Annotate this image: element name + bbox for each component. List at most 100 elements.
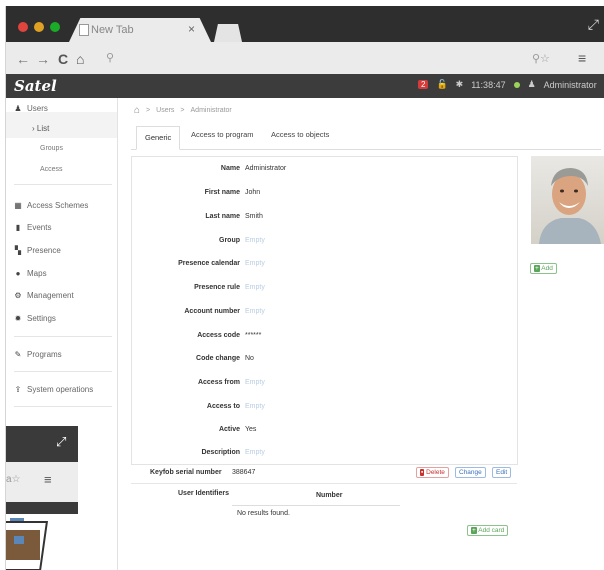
- field-label: Last name: [205, 213, 240, 220]
- tab-close-icon[interactable]: ×: [188, 22, 195, 36]
- sidebar-item-maps[interactable]: ● Maps: [14, 269, 47, 278]
- divider: [14, 336, 112, 337]
- alerts-badge[interactable]: 2: [418, 80, 429, 89]
- field-label: Description: [201, 449, 240, 456]
- change-button[interactable]: Change: [455, 467, 486, 478]
- settings-icon[interactable]: ✱: [456, 79, 464, 90]
- field-value: Yes: [245, 426, 257, 433]
- presence-icon: ▚: [14, 246, 22, 255]
- tab-generic[interactable]: Generic: [136, 126, 181, 150]
- page-icon: [79, 24, 89, 36]
- sidebar-item-system-operations[interactable]: ⇪ System operations: [14, 385, 94, 394]
- tab-access-to-objects[interactable]: Access to objects: [271, 130, 329, 139]
- close-window-button[interactable]: [18, 22, 28, 32]
- plus-icon: +: [471, 527, 477, 534]
- floor-plan-icon: [6, 514, 78, 570]
- sidebar-item-events[interactable]: ▮ Events: [14, 223, 52, 232]
- sidebar-item-label: List: [36, 124, 50, 133]
- home-icon[interactable]: ⌂: [134, 105, 140, 116]
- sidebar-item-list[interactable]: › List: [32, 124, 49, 133]
- add-card-label: Add card: [478, 527, 505, 534]
- events-icon: ▮: [15, 223, 21, 232]
- field-value-empty[interactable]: Empty: [245, 260, 265, 267]
- omnibox-search-icon[interactable]: ⚲: [106, 51, 114, 64]
- sidebar-item-users[interactable]: ♟ Users: [14, 104, 47, 113]
- tab-strip: Generic Access to program Access to obje…: [131, 126, 601, 150]
- browser-chrome: New Tab × ⤢ ← → C ⌂ ⚲ ⚲☆ ≡: [6, 6, 604, 74]
- browser-menu-icon[interactable]: ≡: [578, 50, 586, 66]
- field-value-empty[interactable]: Empty: [245, 403, 265, 410]
- sidebar-item-programs[interactable]: ✎ Programs: [14, 350, 62, 359]
- user-photo-illustration: [539, 168, 601, 244]
- minimize-window-button[interactable]: [34, 22, 44, 32]
- field-value-empty[interactable]: Empty: [245, 237, 265, 244]
- field-value-empty[interactable]: Empty: [245, 284, 265, 291]
- sidebar-item-access[interactable]: Access: [40, 166, 63, 173]
- map-pin-icon: ●: [15, 269, 21, 278]
- field-label: Presence calendar: [178, 260, 240, 267]
- sidebar-active-bg: [6, 112, 117, 138]
- sidebar-item-label: Programs: [27, 350, 62, 359]
- sidebar-item-label: System operations: [27, 385, 94, 394]
- sidebar-item-label: Management: [27, 291, 74, 300]
- divider: [14, 406, 112, 407]
- programs-icon: ✎: [14, 350, 22, 359]
- delete-label: Delete: [426, 469, 445, 476]
- sidebar-item-groups[interactable]: Groups: [40, 145, 63, 152]
- home-button[interactable]: ⌂: [76, 51, 84, 67]
- field-label: Access to: [206, 403, 240, 410]
- reload-button[interactable]: C: [58, 51, 68, 67]
- secondary-tab-bar: ⤢: [6, 426, 78, 462]
- field-label: First name: [204, 189, 240, 196]
- field-value-empty[interactable]: Empty: [245, 308, 265, 315]
- plus-icon: +: [534, 265, 540, 272]
- lock-icon[interactable]: 🔓: [436, 79, 447, 90]
- tab-title: New Tab: [91, 24, 134, 36]
- add-card-button[interactable]: + Add card: [467, 525, 509, 536]
- user-name[interactable]: Administrator: [544, 80, 597, 90]
- identifiers-empty-message: No results found.: [237, 510, 290, 517]
- browser-menu-icon[interactable]: ≡: [44, 472, 52, 487]
- breadcrumb-separator: >: [146, 107, 151, 114]
- new-tab-button[interactable]: [214, 24, 242, 42]
- zoom-window-button[interactable]: [50, 22, 60, 32]
- sidebar-item-presence[interactable]: ▚ Presence: [14, 246, 61, 255]
- back-button[interactable]: ←: [16, 51, 30, 67]
- field-row-name: Name Administrator: [132, 165, 512, 177]
- field-row-presence-rule: Presence rule Empty: [132, 284, 512, 296]
- sidebar-item-access-schemes[interactable]: ▦ Access Schemes: [14, 201, 88, 210]
- sidebar-item-settings[interactable]: ✹ Settings: [14, 314, 56, 323]
- divider: [14, 184, 112, 185]
- fullscreen-icon[interactable]: ⤢: [588, 16, 599, 33]
- cogs-icon: ⚙: [14, 291, 22, 300]
- field-value: Administrator: [245, 165, 287, 172]
- fullscreen-icon[interactable]: ⤢: [56, 434, 66, 450]
- breadcrumb-users-link[interactable]: Users: [156, 107, 174, 114]
- user-icon: ♟: [527, 79, 536, 89]
- field-value-empty[interactable]: Empty: [245, 379, 265, 386]
- field-label: Access from: [197, 379, 240, 386]
- edit-button[interactable]: Edit: [492, 467, 512, 478]
- bookmark-star-icon[interactable]: ⚲☆: [532, 52, 550, 65]
- field-label: Active: [218, 426, 240, 433]
- forward-button[interactable]: →: [36, 51, 50, 67]
- field-label: Name: [220, 165, 240, 172]
- field-value-empty[interactable]: Empty: [245, 449, 265, 456]
- secondary-app-header: [6, 502, 78, 514]
- user-details-form: Name Administrator First name John Last …: [131, 156, 518, 465]
- field-label: Code change: [196, 355, 240, 362]
- user-identifiers-label: User Identifiers: [178, 490, 229, 497]
- tab-bar: New Tab × ⤢: [6, 6, 604, 42]
- add-photo-button[interactable]: + Add: [530, 263, 557, 274]
- table-header-divider: [232, 505, 400, 506]
- app-header: Satel 2 🔓 ✱ 11:38:47 ♟ Administrator: [6, 74, 604, 98]
- gear-icon: ✹: [14, 314, 22, 323]
- breadcrumb-separator: >: [180, 107, 185, 114]
- bookmark-star-icon[interactable]: a☆: [6, 474, 21, 485]
- sidebar-item-management[interactable]: ⚙ Management: [14, 291, 74, 300]
- identifiers-column-number: Number: [316, 492, 343, 499]
- tab-access-to-program[interactable]: Access to program: [191, 130, 254, 139]
- browser-tab[interactable]: New Tab ×: [69, 18, 211, 42]
- field-row-code-change: Code change No: [132, 355, 512, 367]
- delete-button[interactable]: ▪ Delete: [416, 467, 449, 478]
